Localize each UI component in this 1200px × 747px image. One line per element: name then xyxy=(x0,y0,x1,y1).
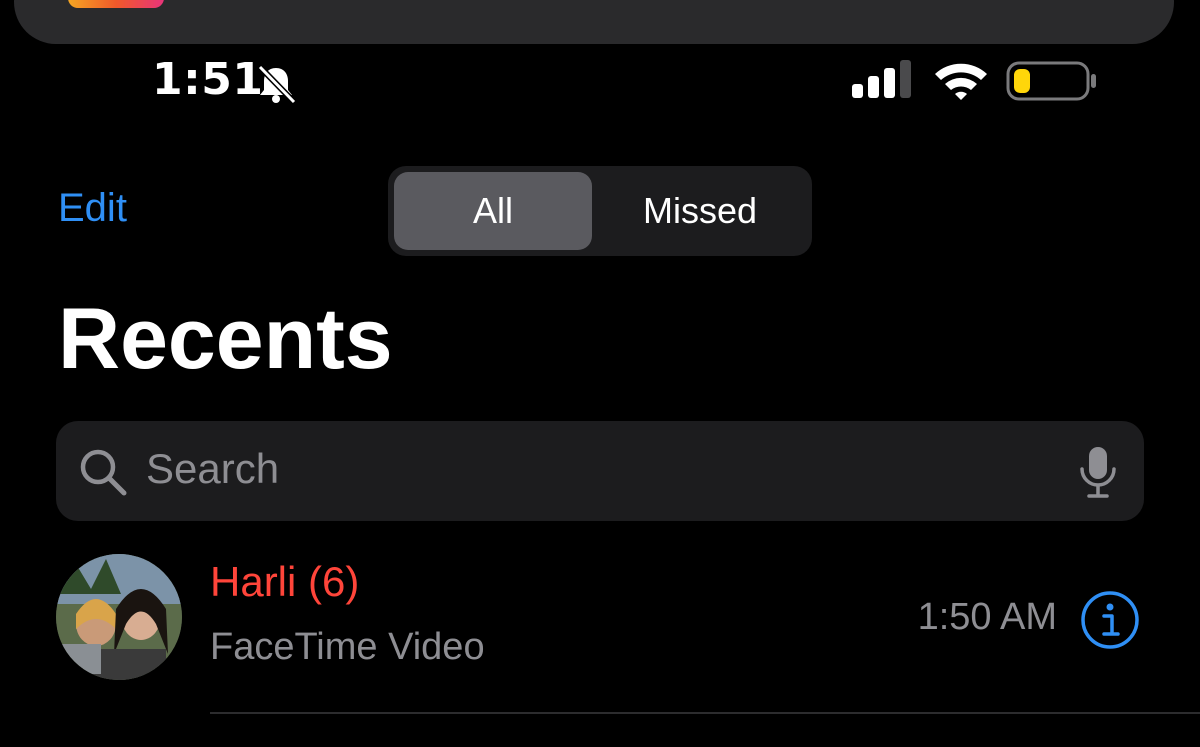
search-field[interactable]: Search xyxy=(56,421,1144,521)
magnifying-glass-icon xyxy=(80,449,127,496)
contact-avatar xyxy=(56,554,182,680)
segment-all[interactable]: All xyxy=(394,172,592,250)
avatar-photo xyxy=(56,554,182,680)
page-title: Recents xyxy=(58,291,393,387)
status-time: 1:51 xyxy=(152,54,264,105)
microphone-icon[interactable] xyxy=(1078,445,1118,499)
notification-banner[interactable] xyxy=(14,0,1174,44)
bell-slash-icon xyxy=(257,64,297,104)
call-type: FaceTime Video xyxy=(210,626,485,668)
search-placeholder: Search xyxy=(146,445,280,492)
row-divider xyxy=(210,712,1200,714)
edit-button[interactable]: Edit xyxy=(58,186,127,231)
contact-name: Harli (6) xyxy=(210,558,360,605)
app-icon xyxy=(68,0,164,8)
info-circle-icon[interactable] xyxy=(1080,590,1140,650)
call-time: 1:50 AM xyxy=(917,596,1057,638)
wifi-icon xyxy=(935,63,987,100)
battery-low-power-icon xyxy=(1006,61,1096,101)
recents-filter-segmented-control: All Missed xyxy=(388,166,812,256)
recent-call-row[interactable]: Harli (6) FaceTime Video 1:50 AM xyxy=(0,540,1200,714)
segment-missed[interactable]: Missed xyxy=(594,172,806,250)
phone-screen: 1:51 Edit All Missed Recents Search Harl… xyxy=(0,0,1200,747)
cellular-signal-icon xyxy=(852,60,911,98)
